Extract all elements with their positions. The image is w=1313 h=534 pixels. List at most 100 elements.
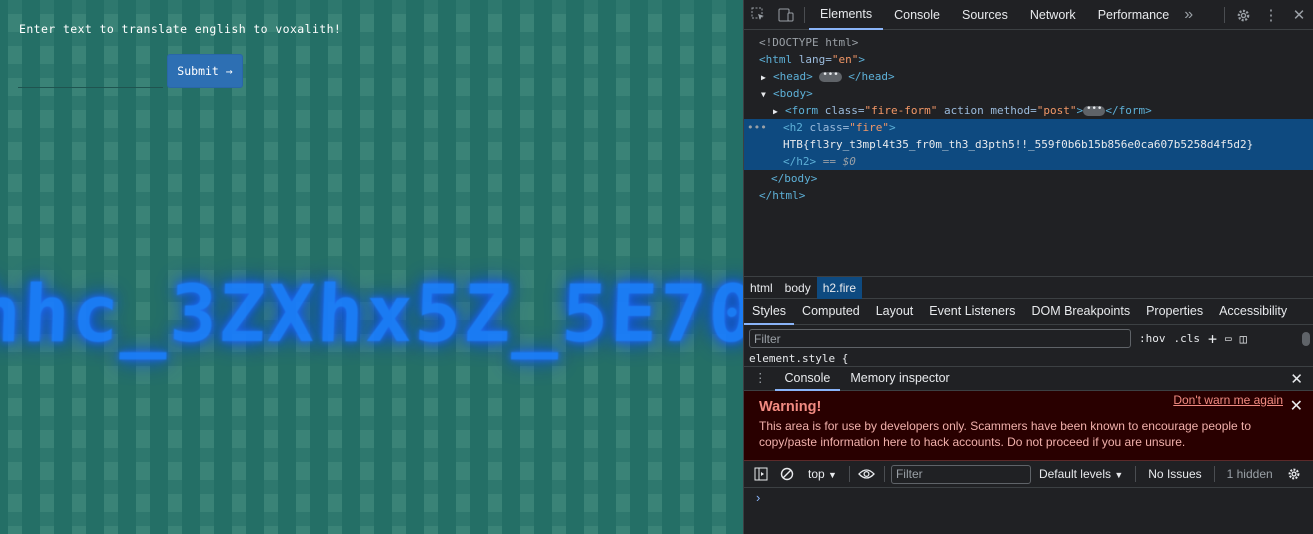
collapse-triangle-icon[interactable]: ▼ bbox=[761, 86, 773, 103]
collapsed-ellipsis-icon[interactable]: ••• bbox=[1083, 105, 1106, 116]
device-toolbar-icon[interactable] bbox=[772, 0, 800, 30]
fire-output-text: hhc_3ZXhx5Z_5E70SZZ_rhC bbox=[0, 270, 743, 360]
console-toolbar: top ▼ Default levels ▼ No Issues 1 hidde… bbox=[744, 461, 1313, 488]
element-style-rule[interactable]: element.style { bbox=[744, 352, 1313, 366]
tree-html[interactable]: <html lang="en"> bbox=[744, 51, 1313, 68]
new-style-rule-icon[interactable]: + bbox=[1208, 330, 1217, 348]
tab-console[interactable]: Console bbox=[883, 0, 951, 30]
log-levels-label: Default levels bbox=[1038, 467, 1111, 481]
more-tabs-icon[interactable]: » bbox=[1180, 0, 1197, 30]
tree-body[interactable]: ▼ <body> bbox=[744, 85, 1313, 102]
context-selector[interactable]: top ▼ bbox=[800, 467, 845, 481]
form-method-value: "post" bbox=[1036, 104, 1077, 117]
form-open-tag: <form bbox=[785, 104, 819, 117]
selected-h2-node[interactable]: ••• <h2 class="fire"> HTB{fl3ry_t3mpl4t3… bbox=[744, 119, 1313, 170]
dont-warn-link[interactable]: Don't warn me again bbox=[1173, 393, 1283, 407]
tree-h2-text: HTB{fl3ry_t3mpl4t35_fr0m_th3_d3pth5!!_55… bbox=[744, 136, 1313, 153]
console-filter-input[interactable] bbox=[890, 464, 1031, 484]
tree-form[interactable]: ▶ <form class="fire-form" action method="… bbox=[744, 102, 1313, 119]
issues-count[interactable]: No Issues bbox=[1140, 467, 1209, 481]
log-levels-dropdown[interactable]: Default levels ▼ bbox=[1031, 467, 1131, 481]
breadcrumb: html body h2.fire bbox=[744, 276, 1313, 299]
tree-h2-close: </h2> == $0 bbox=[744, 153, 1313, 170]
chevron-down-icon: ▼ bbox=[1114, 470, 1124, 480]
styles-scrollbar[interactable] bbox=[1302, 332, 1310, 346]
translate-input[interactable] bbox=[18, 66, 163, 88]
console-toolbar-divider bbox=[1135, 466, 1137, 482]
head-open-tag: <head> bbox=[773, 70, 813, 83]
hidden-count: 1 hidden bbox=[1226, 467, 1273, 481]
tree-head[interactable]: ▶ <head> ••• </head> bbox=[744, 68, 1313, 85]
form-class-value: "fire-form" bbox=[864, 104, 938, 117]
tree-h2-open: <h2 class="fire"> bbox=[783, 121, 896, 134]
expand-triangle-icon[interactable]: ▶ bbox=[773, 103, 785, 120]
cls-toggle[interactable]: .cls bbox=[1174, 332, 1201, 345]
styles-filter-input[interactable] bbox=[749, 329, 1131, 348]
selected-marker: == $0 bbox=[822, 155, 856, 168]
console-input-prompt[interactable]: › bbox=[744, 488, 1313, 508]
console-toolbar-divider bbox=[883, 466, 885, 482]
doctype-text: <!DOCTYPE html> bbox=[759, 36, 859, 49]
devtools-panel: Elements Console Sources Network Perform… bbox=[743, 0, 1313, 534]
html-close-tag: </html> bbox=[759, 189, 806, 202]
clear-console-icon[interactable] bbox=[774, 461, 800, 488]
settings-gear-icon[interactable] bbox=[1229, 0, 1257, 30]
inspect-element-icon[interactable] bbox=[744, 0, 772, 30]
page-viewport: Enter text to translate english to voxal… bbox=[0, 0, 743, 534]
breadcrumb-html[interactable]: html bbox=[744, 277, 779, 299]
console-toolbar-divider bbox=[848, 466, 850, 482]
dom-tree: <!DOCTYPE html> <html lang="en"> ▶ <head>… bbox=[744, 30, 1313, 276]
h2-open-tag: <h2 bbox=[783, 121, 803, 134]
subtab-dom-breakpoints[interactable]: DOM Breakpoints bbox=[1023, 298, 1138, 325]
submit-button[interactable]: Submit → bbox=[168, 55, 242, 87]
drawer-tab-console[interactable]: Console bbox=[774, 366, 841, 391]
console-settings-gear-icon[interactable] bbox=[1281, 461, 1307, 488]
h2-class-attr: class bbox=[809, 121, 843, 134]
warning-body: This area is for use by developers only.… bbox=[759, 419, 1252, 449]
html-open-tag: <html bbox=[759, 53, 793, 66]
toolbar-divider-right bbox=[1224, 7, 1225, 23]
close-drawer-icon[interactable]: ✕ bbox=[1290, 370, 1303, 388]
paint-icon[interactable]: ▭ bbox=[1225, 332, 1232, 345]
tree-html-close[interactable]: </html> bbox=[744, 187, 1313, 204]
expand-triangle-icon[interactable]: ▶ bbox=[761, 69, 773, 86]
head-close-tag: </head> bbox=[848, 70, 895, 83]
chevron-down-icon: ▼ bbox=[828, 470, 837, 480]
breadcrumb-body[interactable]: body bbox=[779, 277, 817, 299]
hov-toggle[interactable]: :hov bbox=[1139, 332, 1166, 345]
styles-subtabs: Styles Computed Layout Event Listeners D… bbox=[744, 298, 1313, 325]
tab-network[interactable]: Network bbox=[1019, 0, 1087, 30]
subtab-event-listeners[interactable]: Event Listeners bbox=[921, 298, 1023, 325]
close-warning-icon[interactable]: ✕ bbox=[1290, 396, 1303, 416]
kebab-menu-icon[interactable]: ⋮ bbox=[1257, 0, 1285, 30]
drawer-tab-memory-inspector[interactable]: Memory inspector bbox=[840, 366, 959, 391]
html-lang-attr: lang bbox=[798, 53, 826, 66]
tab-elements[interactable]: Elements bbox=[809, 0, 884, 30]
toggle-sidebar-icon[interactable]: ◫ bbox=[1240, 332, 1247, 346]
form-action-attr: action bbox=[943, 104, 984, 117]
self-xss-warning: Warning! This area is for use by develop… bbox=[744, 391, 1313, 461]
drawer-tabbar: ⋮ Console Memory inspector ✕ bbox=[744, 366, 1313, 391]
h2-text-content: HTB{fl3ry_t3mpl4t35_fr0m_th3_d3pth5!!_55… bbox=[783, 138, 1254, 151]
tree-body-close[interactable]: </body> bbox=[744, 170, 1313, 187]
html-lang-value: "en" bbox=[831, 53, 859, 66]
live-expression-eye-icon[interactable] bbox=[854, 461, 880, 488]
h2-close-tag: </h2> bbox=[783, 155, 817, 168]
devtools-toolbar: Elements Console Sources Network Perform… bbox=[744, 0, 1313, 30]
sidebar-toggle-icon[interactable] bbox=[748, 461, 774, 488]
tree-doctype[interactable]: <!DOCTYPE html> bbox=[744, 34, 1313, 51]
close-devtools-icon[interactable]: ✕ bbox=[1285, 0, 1313, 30]
prompt-chevron-icon: › bbox=[756, 490, 761, 505]
collapsed-ellipsis-icon[interactable]: ••• bbox=[819, 71, 842, 82]
styles-filter-row: :hov .cls + ▭ ◫ bbox=[744, 325, 1313, 352]
tab-sources[interactable]: Sources bbox=[951, 0, 1019, 30]
form-class-attr: class bbox=[824, 104, 858, 117]
drawer-menu-icon[interactable]: ⋮ bbox=[744, 366, 775, 391]
tab-performance[interactable]: Performance bbox=[1087, 0, 1181, 30]
subtab-accessibility[interactable]: Accessibility bbox=[1211, 298, 1295, 325]
subtab-layout[interactable]: Layout bbox=[868, 298, 922, 325]
subtab-computed[interactable]: Computed bbox=[794, 298, 868, 325]
breadcrumb-h2-fire[interactable]: h2.fire bbox=[816, 276, 863, 299]
subtab-properties[interactable]: Properties bbox=[1138, 298, 1211, 325]
subtab-styles[interactable]: Styles bbox=[744, 298, 795, 325]
